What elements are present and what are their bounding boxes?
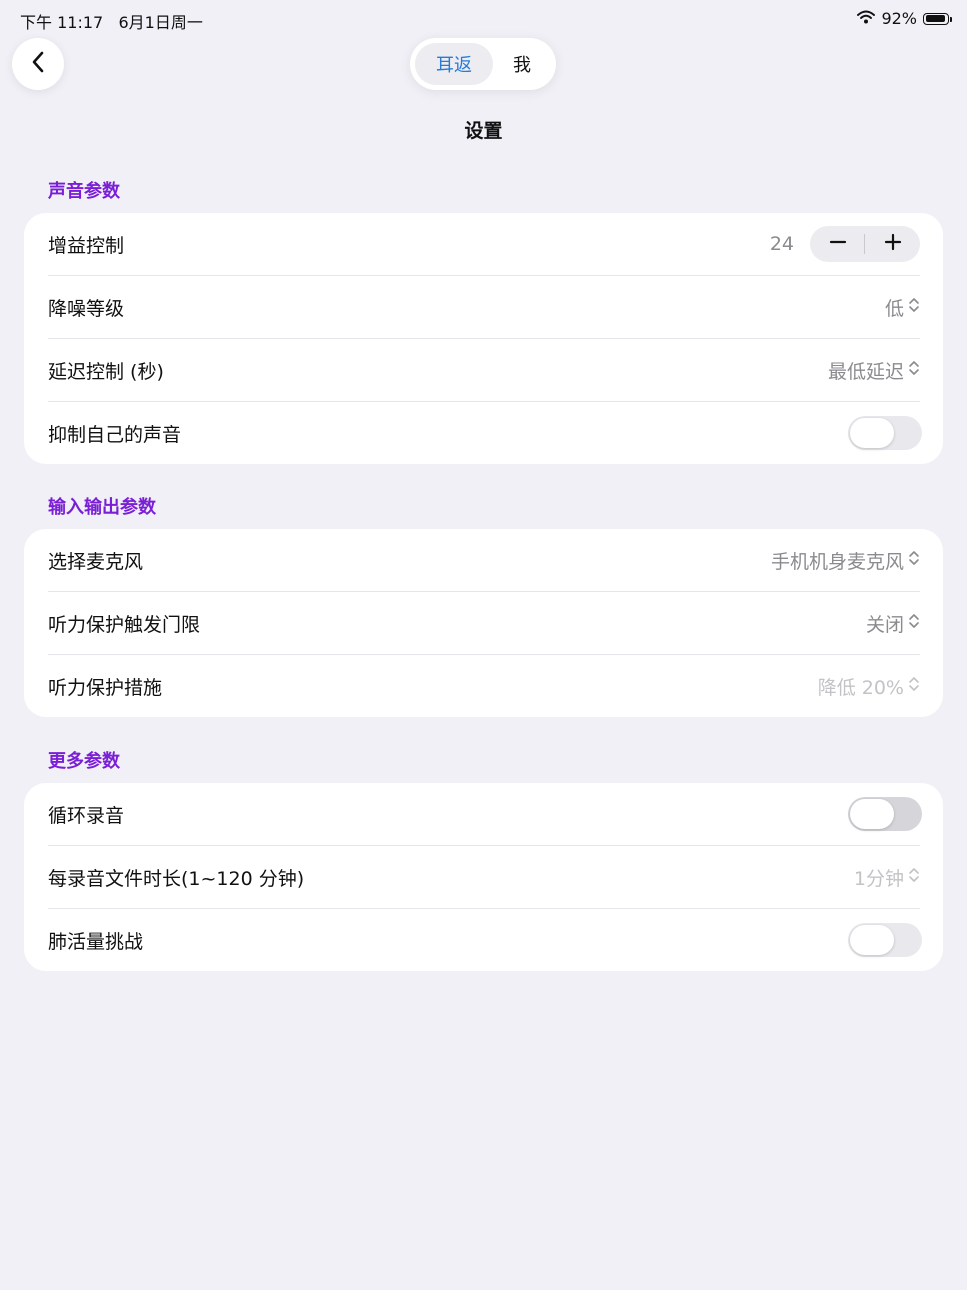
row-suppress-own-voice: 抑制自己的声音 [48,402,922,464]
wifi-icon [857,9,876,28]
status-clock: 下午 11:17 [20,13,104,32]
section-title-more: 更多参数 [48,751,120,772]
gain-control-right: 24 [770,226,920,262]
latency-select[interactable]: 最低延迟 [828,357,920,384]
row-label: 选择麦克风 [48,550,144,573]
hearing-measure-select[interactable]: 降低 20% [818,673,920,700]
loop-recording-toggle[interactable] [848,797,922,831]
battery-percent: 92% [881,9,917,28]
status-bar: 下午 11:17 6月1日周一 92% [0,0,967,36]
row-label: 听力保护措施 [48,676,163,699]
row-noise-reduction[interactable]: 降噪等级 低 [48,276,920,339]
row-lung-capacity-challenge: 肺活量挑战 [48,909,922,971]
stepper-divider [864,234,865,254]
row-label: 每录音文件时长(1~120 分钟) [48,867,305,890]
row-label: 延迟控制 (秒) [48,360,164,383]
toggle-knob [850,799,894,829]
gain-value: 24 [769,233,794,255]
tab-ear-return[interactable]: 耳返 [415,43,493,85]
nav-segmented-control: 耳返 我 [410,38,556,90]
chevron-up-down-icon [908,296,920,319]
row-loop-recording: 循环录音 [48,783,922,846]
suppress-voice-toggle[interactable] [848,416,922,450]
select-value: 关闭 [865,613,904,636]
battery-fill [925,15,945,22]
battery-icon [923,12,952,25]
row-recording-duration[interactable]: 每录音文件时长(1~120 分钟) 1分钟 [48,846,920,909]
select-value: 低 [884,297,904,320]
microphone-select[interactable]: 手机机身麦克风 [771,547,920,574]
lung-challenge-toggle[interactable] [848,923,922,957]
chevron-up-down-icon [908,675,920,698]
row-label: 增益控制 [48,234,125,257]
minus-icon [829,233,847,256]
gain-stepper [810,226,920,262]
row-hearing-threshold[interactable]: 听力保护触发门限 关闭 [48,592,920,655]
status-time: 下午 11:17 6月1日周一 [20,9,203,33]
select-value: 最低延迟 [827,360,904,383]
chevron-up-down-icon [908,612,920,635]
card-sound-params: 增益控制 24 降噪等级 低 延迟控制 (秒) 最低延迟 抑制自己的声音 [24,213,943,464]
status-date: 6月1日周一 [118,13,203,32]
row-label: 肺活量挑战 [48,930,144,953]
recording-duration-select[interactable]: 1分钟 [854,864,920,891]
row-label: 听力保护触发门限 [48,613,201,636]
select-value: 手机机身麦克风 [770,550,904,573]
row-label: 循环录音 [48,804,125,827]
decrement-button[interactable] [810,226,865,262]
row-select-microphone[interactable]: 选择麦克风 手机机身麦克风 [48,529,920,592]
select-value: 降低 20% [817,676,904,699]
row-label: 抑制自己的声音 [48,423,182,446]
row-hearing-measure[interactable]: 听力保护措施 降低 20% [48,655,920,717]
toggle-knob [850,925,894,955]
chevron-left-icon [30,50,46,78]
row-gain-control: 增益控制 24 [48,213,920,276]
plus-icon [884,233,902,256]
section-title-io: 输入输出参数 [48,497,156,518]
back-button[interactable] [12,38,64,90]
page-title: 设置 [464,120,503,142]
row-latency-control[interactable]: 延迟控制 (秒) 最低延迟 [48,339,920,402]
status-right: 92% [857,9,952,28]
chevron-up-down-icon [908,549,920,572]
card-io-params: 选择麦克风 手机机身麦克风 听力保护触发门限 关闭 听力保护措施 降低 20% [24,529,943,717]
toggle-knob [850,418,894,448]
section-title-sound: 声音参数 [48,181,120,202]
tab-me[interactable]: 我 [493,43,551,85]
hearing-threshold-select[interactable]: 关闭 [866,610,920,637]
chevron-up-down-icon [908,866,920,889]
increment-button[interactable] [865,226,920,262]
row-label: 降噪等级 [48,297,125,320]
chevron-up-down-icon [908,359,920,382]
noise-reduction-select[interactable]: 低 [885,294,920,321]
card-more-params: 循环录音 每录音文件时长(1~120 分钟) 1分钟 肺活量挑战 [24,783,943,971]
select-value: 1分钟 [853,867,904,890]
